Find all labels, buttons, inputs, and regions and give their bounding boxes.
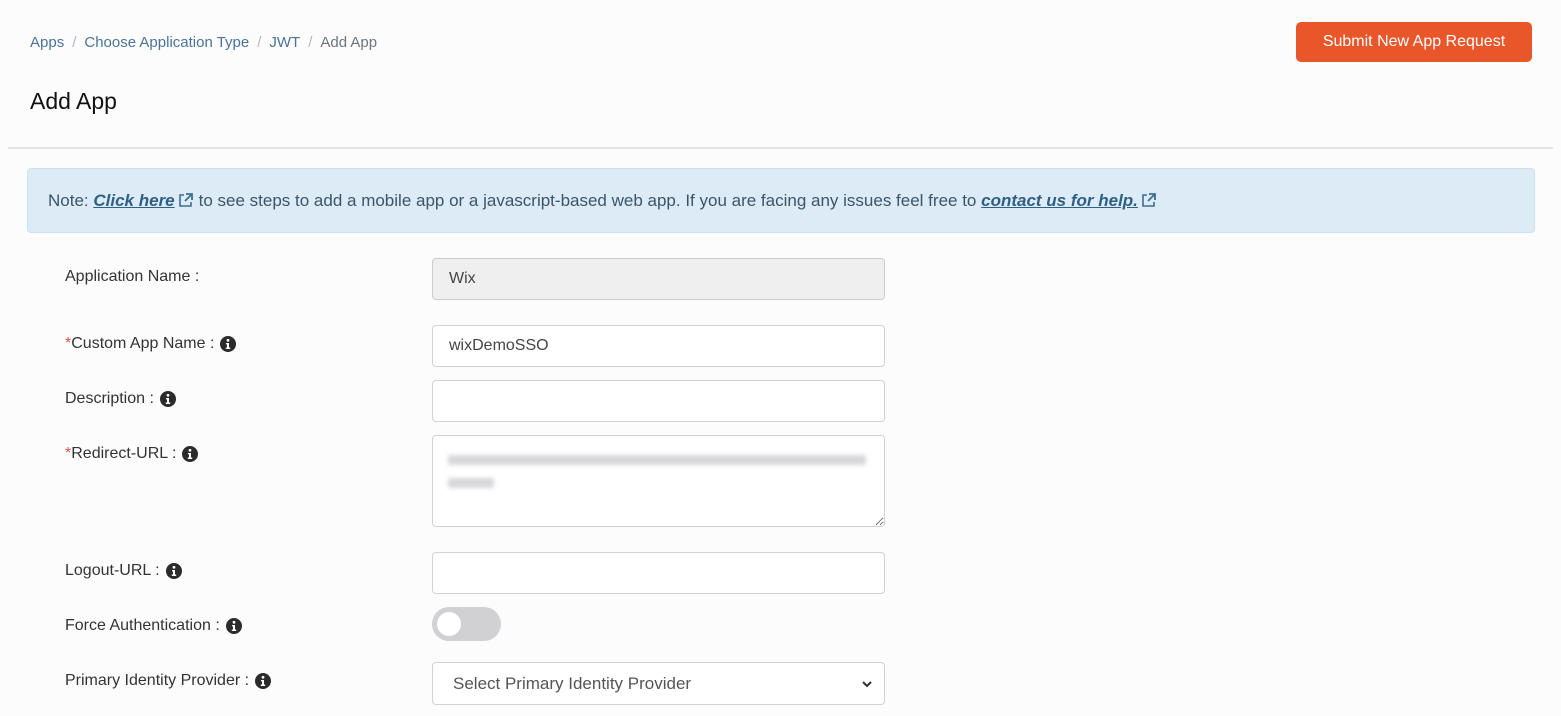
info-icon[interactable] [159,391,176,407]
custom-app-name-label: * Custom App Name : [65,335,237,353]
page-header: Apps / Choose Application Type / JWT / A… [0,0,1561,149]
submit-new-app-request-button[interactable]: Submit New App Request [1296,22,1532,62]
page-title: Add App [30,88,117,114]
redirect-url-textarea[interactable] [432,435,885,527]
breadcrumb-separator: / [308,34,313,51]
external-link-icon [1142,193,1156,207]
select-value: Select Primary Identity Provider [453,673,692,693]
info-icon[interactable] [225,618,242,634]
redirect-url-blurred-text [448,455,866,465]
note-prefix: Note: [48,190,89,210]
description-label: Description : [65,390,176,408]
force-authentication-toggle[interactable] [432,607,501,641]
contact-us-link[interactable]: contact us for help. [981,191,1138,211]
chevron-down-icon [862,681,872,688]
breadcrumb-choose-application-type[interactable]: Choose Application Type [84,34,249,51]
application-name-label: Application Name : [65,268,200,285]
note-text: to see steps to add a mobile app or a ja… [198,190,977,210]
click-here-link[interactable]: Click here [93,191,174,211]
breadcrumb-jwt[interactable]: JWT [269,34,300,51]
logout-url-input[interactable] [432,552,885,594]
primary-identity-provider-label: Primary Identity Provider : [65,672,272,690]
redirect-url-label: * Redirect-URL : [65,445,199,463]
custom-app-name-input[interactable] [432,325,885,367]
header-divider [8,147,1553,149]
breadcrumb: Apps / Choose Application Type / JWT / A… [30,34,377,51]
description-input[interactable] [432,380,885,422]
primary-identity-provider-select[interactable]: Select Primary Identity Provider [432,662,885,705]
info-icon[interactable] [220,336,237,352]
external-link-icon [178,193,193,207]
force-authentication-label: Force Authentication : [65,617,242,635]
logout-url-label: Logout-URL : [65,562,182,580]
breadcrumb-separator: / [72,34,77,51]
toggle-knob [437,612,461,636]
redirect-url-blurred-text [448,478,494,488]
breadcrumb-add-app: Add App [320,34,378,51]
info-icon[interactable] [182,446,199,462]
breadcrumb-apps[interactable]: Apps [30,34,64,51]
info-icon[interactable] [255,673,272,689]
application-name-input[interactable] [432,258,885,300]
breadcrumb-separator: / [257,34,262,51]
info-icon[interactable] [165,563,182,579]
note-banner: Note: Click here to see steps to add a m… [27,168,1535,233]
